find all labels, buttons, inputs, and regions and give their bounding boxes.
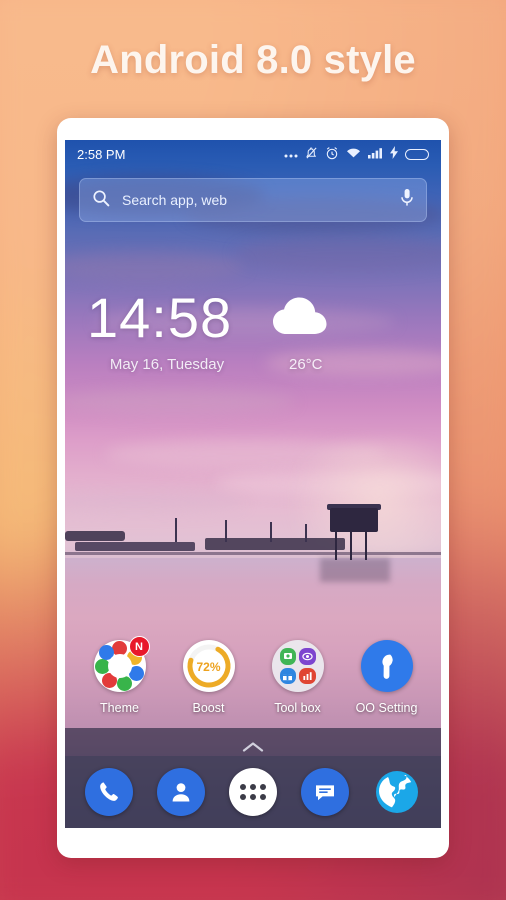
app-boost[interactable]: 72% Boost — [170, 640, 248, 715]
search-bar[interactable]: Search app, web — [79, 178, 427, 222]
wallpaper — [65, 140, 441, 828]
home-app-row: N Theme 72% Boost Tool box OO Setting — [65, 636, 441, 715]
pier-post — [175, 518, 177, 542]
folder-mini-icon — [299, 648, 316, 665]
phone-icon[interactable] — [85, 768, 133, 816]
alarm-clock-icon — [325, 146, 339, 163]
dock — [65, 756, 441, 828]
water-reflection — [320, 558, 390, 582]
battery-icon — [405, 148, 429, 160]
search-input[interactable]: Search app, web — [122, 192, 400, 208]
folder-icon[interactable] — [271, 640, 324, 692]
phone-frame: 2:58 PM Search app, web 14:58 May 16, Tu… — [57, 118, 449, 858]
pier-silhouette — [65, 531, 125, 541]
status-icons — [284, 146, 429, 163]
pier-post — [305, 524, 307, 542]
pier-post — [225, 520, 227, 542]
charging-bolt-icon — [390, 146, 398, 162]
globe-icon[interactable] — [373, 768, 421, 816]
theme-flower-icon[interactable]: N — [93, 636, 150, 692]
boost-ring-icon[interactable]: 72% — [182, 640, 235, 692]
app-label: Tool box — [274, 701, 321, 715]
cloud-icon — [270, 294, 332, 343]
clock-subrow: May 16, Tuesday 26°C — [87, 356, 417, 373]
microphone-icon[interactable] — [400, 188, 414, 212]
app-label: Theme — [100, 701, 139, 715]
horizon-line — [65, 552, 441, 555]
stilt-leg — [350, 530, 352, 560]
app-drawer-icon[interactable] — [229, 768, 277, 816]
mute-bell-icon — [305, 146, 318, 163]
boost-percent: 72% — [196, 660, 221, 674]
contacts-icon[interactable] — [157, 768, 205, 816]
chevron-up-icon[interactable] — [65, 740, 441, 757]
more-dots-icon — [284, 147, 298, 162]
stilt-house — [330, 508, 378, 532]
wrench-icon[interactable] — [360, 640, 413, 692]
petal — [116, 676, 132, 691]
app-label: OO Setting — [355, 701, 418, 715]
status-time: 2:58 PM — [77, 146, 126, 162]
clock-date: May 16, Tuesday — [109, 356, 225, 373]
app-theme[interactable]: N Theme — [81, 636, 159, 715]
petal-center — [107, 654, 132, 678]
wifi-icon — [346, 147, 361, 162]
signal-icon — [368, 147, 383, 162]
clock-row: 14:58 — [87, 290, 417, 346]
stilt-leg — [335, 530, 337, 560]
promo-headline: Android 8.0 style — [90, 38, 416, 82]
pier-silhouette — [75, 542, 195, 551]
app-label: Boost — [192, 701, 225, 715]
folder-mini-icon — [279, 648, 296, 665]
app-tool-box[interactable]: Tool box — [259, 640, 337, 715]
clock-weather-widget[interactable]: 14:58 May 16, Tuesday 26°C — [87, 290, 417, 373]
clock-time: 14:58 — [87, 286, 233, 349]
drawer-dots — [240, 784, 266, 800]
weather-temperature: 26°C — [289, 356, 323, 373]
phone-screen: 2:58 PM Search app, web 14:58 May 16, Tu… — [65, 140, 441, 828]
theme-badge: N — [128, 636, 150, 657]
app-oo-setting[interactable]: OO Setting — [348, 640, 426, 715]
messages-icon[interactable] — [301, 768, 349, 816]
pier-post — [270, 522, 272, 542]
status-bar: 2:58 PM — [65, 140, 441, 168]
cloud-band — [65, 390, 295, 414]
stilt-leg — [365, 530, 367, 560]
folder-mini-icon — [299, 667, 316, 684]
search-icon — [92, 189, 110, 212]
folder-mini-icon — [279, 667, 296, 684]
